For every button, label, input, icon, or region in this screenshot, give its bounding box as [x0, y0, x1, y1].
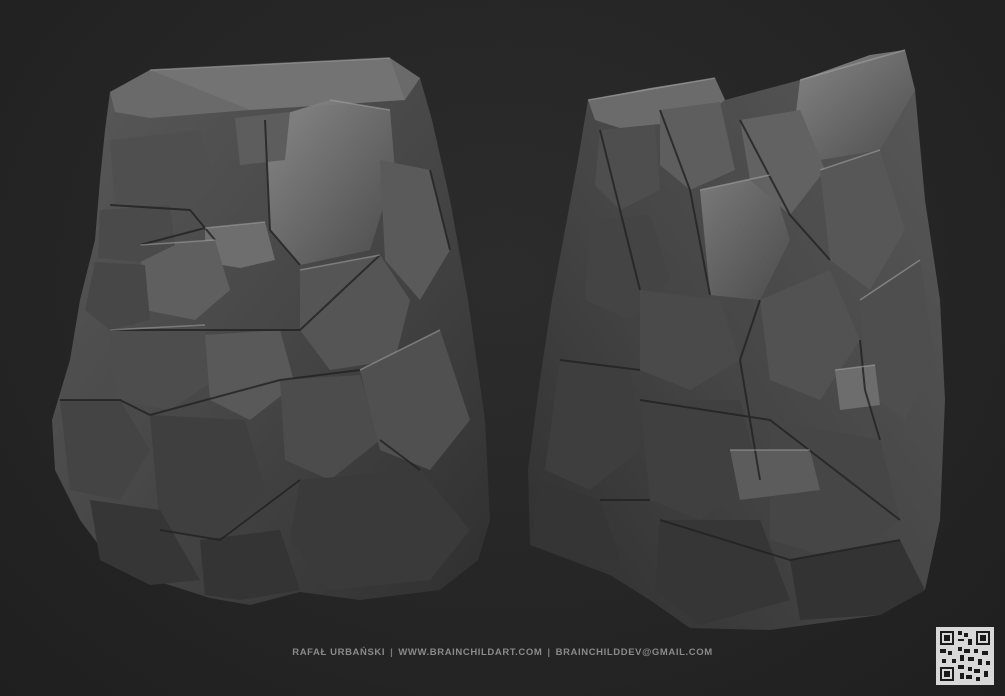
artist-email-link[interactable]: BRAINCHILDDEV@GMAIL.COM — [556, 647, 713, 658]
qr-code-icon[interactable] — [936, 627, 994, 685]
footer-separator: | — [390, 647, 394, 658]
qr-code-graphic — [936, 627, 994, 685]
left-rock — [52, 57, 490, 605]
artist-name: RAFAŁ URBAŃSKI — [292, 647, 386, 658]
artwork-canvas: RAFAŁ URBAŃSKI | WWW.BRAINCHILDART.COM | BRA… — [0, 0, 1005, 696]
right-rock — [528, 49, 945, 630]
rock-sculpt-render — [52, 49, 945, 630]
footer-separator: | — [547, 647, 551, 658]
artist-website-link[interactable]: WWW.BRAINCHILDART.COM — [398, 647, 542, 658]
artist-credit-footer: RAFAŁ URBAŃSKI | WWW.BRAINCHILDART.COM | BRA… — [0, 647, 1005, 658]
